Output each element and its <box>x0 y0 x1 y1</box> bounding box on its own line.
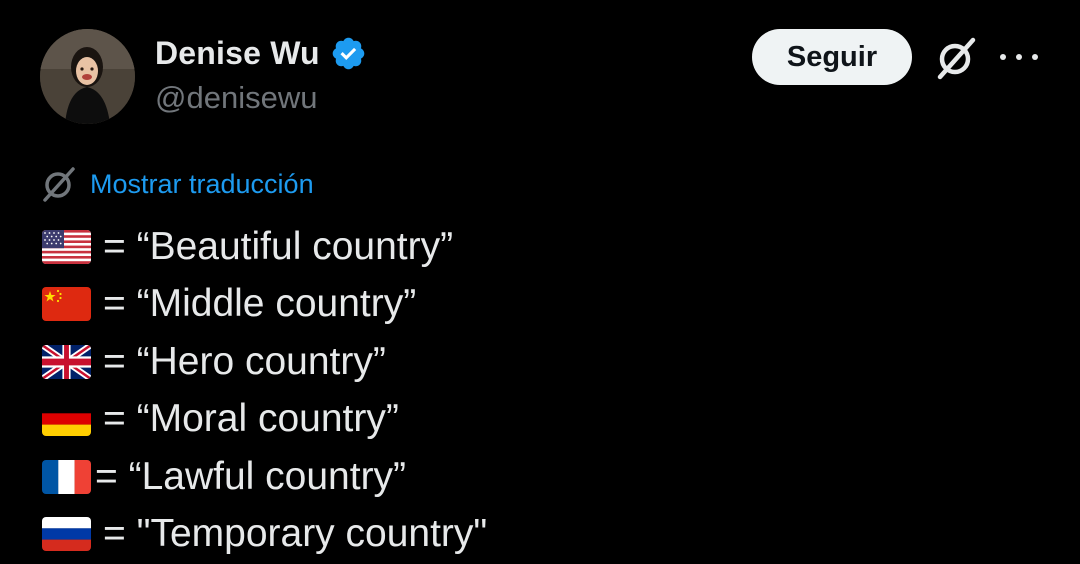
author-name-row: Denise Wu <box>155 31 367 75</box>
us-flag-icon <box>42 229 91 264</box>
list-item-text: = “Lawful country” <box>95 454 407 498</box>
grok-icon[interactable] <box>933 35 979 81</box>
list-item: = “Middle country” <box>42 276 487 334</box>
follow-button[interactable]: Seguir <box>752 29 912 85</box>
more-options-icon[interactable] <box>1000 42 1038 72</box>
list-item-text: = "Temporary country" <box>103 512 488 556</box>
dot-icon <box>1016 54 1022 60</box>
verified-badge-icon[interactable] <box>330 35 367 72</box>
russia-flag-icon <box>42 517 91 552</box>
list-item: = “Moral country” <box>42 391 487 449</box>
list-item-text: = “Beautiful country” <box>103 224 454 268</box>
dot-icon <box>1000 54 1006 60</box>
list-item: = “Hero country” <box>42 333 487 391</box>
dot-icon <box>1032 54 1038 60</box>
avatar-image <box>40 29 135 124</box>
show-translation-label: Mostrar traducción <box>90 168 314 199</box>
author-handle[interactable]: @denisewu <box>155 80 317 116</box>
list-item-text: = “Hero country” <box>103 339 386 383</box>
list-item-text: = “Moral country” <box>103 397 399 441</box>
list-item: = "Temporary country" <box>42 506 487 564</box>
author-name[interactable]: Denise Wu <box>155 35 320 72</box>
uk-flag-icon <box>42 344 91 379</box>
list-item-text: = “Middle country” <box>103 282 417 326</box>
france-flag-icon <box>42 459 91 494</box>
show-translation-link[interactable]: Mostrar traducción <box>40 164 314 204</box>
list-item: = “Lawful country” <box>42 448 487 506</box>
list-item: = “Beautiful country” <box>42 218 487 276</box>
tweet-text: = “Beautiful country” = “Middle country” <box>42 218 487 563</box>
avatar[interactable] <box>40 29 135 124</box>
grok-translate-icon <box>40 165 78 203</box>
china-flag-icon <box>42 287 91 322</box>
germany-flag-icon <box>42 402 91 437</box>
